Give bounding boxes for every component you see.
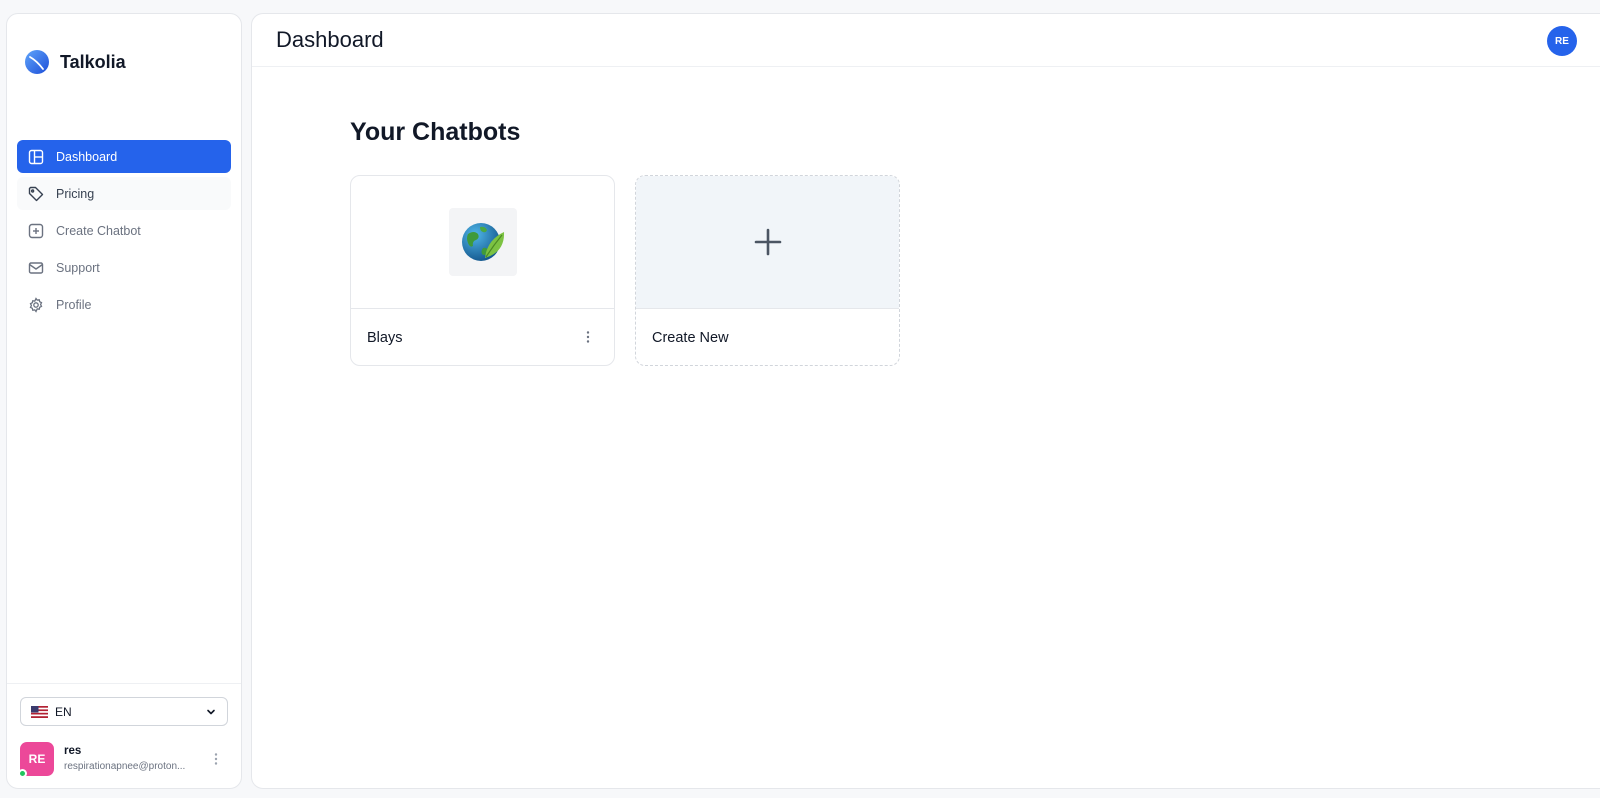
create-new-label: Create New	[652, 329, 729, 346]
plus-icon	[754, 228, 781, 256]
avatar[interactable]: RE	[18, 742, 54, 778]
sidebar: Talkolia Dashboard Pricing Create Chatbo…	[6, 13, 242, 789]
sidebar-item-label: Pricing	[56, 186, 95, 201]
page-title: Dashboard	[276, 27, 384, 52]
chatbot-card[interactable]: Blays	[350, 175, 615, 366]
main-panel: Dashboard RE Your Chatbots Blays Create …	[251, 13, 1600, 789]
online-status-icon	[18, 769, 27, 778]
us-flag-icon	[31, 705, 48, 718]
user-name: res	[64, 745, 82, 758]
chatbot-thumbnail	[448, 208, 517, 276]
avatar-initials: RE	[1555, 35, 1569, 47]
language-select[interactable]: EN	[20, 697, 228, 726]
more-vertical-icon[interactable]	[208, 751, 224, 767]
layout-icon	[28, 149, 44, 164]
section-title: Your Chatbots	[350, 118, 521, 146]
plus-square-icon	[28, 223, 44, 238]
avatar-initials: RE	[28, 752, 46, 766]
chatbot-card-footer: Blays	[351, 309, 614, 365]
sidebar-footer: EN RE res respirationapnee@proton...	[7, 683, 241, 788]
more-vertical-icon[interactable]	[580, 329, 596, 345]
chevron-down-icon	[207, 709, 215, 714]
brand[interactable]: Talkolia	[7, 14, 241, 110]
header-avatar[interactable]: RE	[1547, 26, 1577, 56]
create-new-card[interactable]: Create New	[635, 175, 900, 366]
mail-icon	[28, 261, 44, 274]
tag-icon	[28, 186, 44, 201]
sidebar-item-create-chatbot[interactable]: Create Chatbot	[17, 214, 231, 247]
language-label: EN	[55, 704, 72, 719]
sidebar-nav: Dashboard Pricing Create Chatbot Support…	[7, 140, 241, 325]
logo-icon	[25, 50, 49, 74]
sidebar-item-dashboard[interactable]: Dashboard	[17, 140, 231, 173]
brand-name: Talkolia	[60, 51, 126, 72]
create-new-card-media	[636, 176, 899, 309]
sidebar-item-pricing[interactable]: Pricing	[17, 177, 231, 210]
sidebar-item-label: Create Chatbot	[56, 223, 141, 238]
chatbot-name: Blays	[367, 329, 403, 346]
top-bar: Dashboard RE	[252, 14, 1600, 67]
sidebar-item-profile[interactable]: Profile	[17, 288, 231, 321]
user-email: respirationapnee@proton...	[64, 761, 186, 772]
chatbot-grid: Blays Create New	[350, 175, 1600, 366]
sidebar-item-support[interactable]: Support	[17, 251, 231, 284]
chatbots-section: Your Chatbots Blays Create New	[252, 67, 1600, 366]
gear-icon	[29, 296, 43, 313]
sidebar-item-label: Dashboard	[56, 149, 118, 164]
chatbot-card-media	[351, 176, 614, 309]
sidebar-item-label: Support	[56, 260, 100, 275]
user-profile[interactable]: RE res respirationapnee@proton...	[18, 742, 228, 778]
app-root: Talkolia Dashboard Pricing Create Chatbo…	[0, 0, 1600, 798]
create-new-card-footer: Create New	[636, 309, 899, 365]
user-info: res respirationapnee@proton...	[64, 744, 192, 773]
earth-leaf-icon	[461, 223, 504, 261]
sidebar-item-label: Profile	[56, 297, 92, 312]
